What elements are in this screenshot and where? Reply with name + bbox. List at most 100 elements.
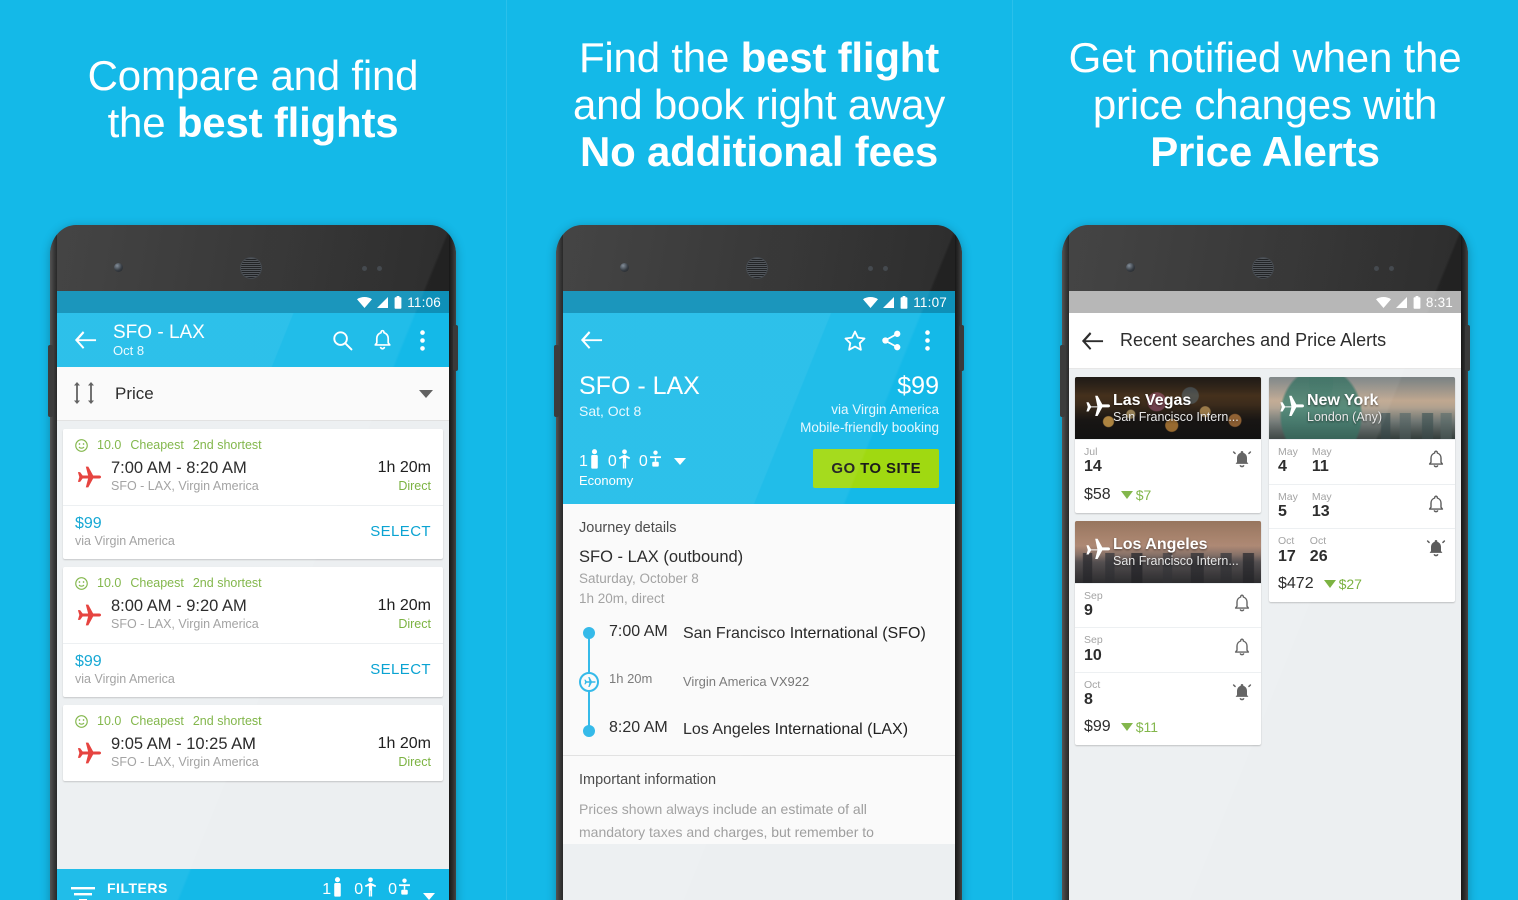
app-bar-1: SFO - LAX Oct 8 <box>57 313 449 367</box>
airplane-icon <box>1083 538 1113 565</box>
booking-note: Mobile-friendly booking <box>800 420 939 435</box>
select-button[interactable]: SELECT <box>370 523 431 540</box>
alert-date-row[interactable]: Oct 8 <box>1075 671 1261 717</box>
battery-icon <box>1413 295 1421 309</box>
flight-results-list[interactable]: 10.0 Cheapest 2nd shortest 7:00 AM - 8:2… <box>57 421 449 900</box>
bell-icon[interactable] <box>1426 494 1446 519</box>
bell-active-icon[interactable] <box>1232 682 1252 707</box>
total-price: $99 <box>897 372 939 400</box>
alert-date: Sep 9 <box>1084 590 1103 620</box>
flight-card[interactable]: 10.0 Cheapest 2nd shortest 9:05 AM - 10:… <box>63 705 443 781</box>
carrier-flight-number: Virgin America VX922 <box>683 674 810 689</box>
front-camera-icon <box>1126 263 1135 272</box>
filters-bottom-bar[interactable]: FILTERS 79 flights hidden 1 0 <box>57 869 449 900</box>
back-button[interactable] <box>1081 331 1104 351</box>
flight-duration: 1h 20m <box>377 735 431 752</box>
flight-stops: Direct <box>398 617 431 631</box>
alert-month: May <box>1278 446 1298 458</box>
provider-label: via Virgin America <box>831 402 939 417</box>
flight-route: SFO - LAX, Virgin America <box>111 479 259 493</box>
headline-line-1b: best flight <box>740 34 940 81</box>
sort-bar[interactable]: Price <box>57 367 449 421</box>
front-camera-icon <box>114 263 123 272</box>
price-alert-card[interactable]: New York London (Any) May 4 May 11 May 5… <box>1269 377 1455 602</box>
alert-date-row[interactable]: May 5 May 13 <box>1269 483 1455 529</box>
price-alerts-grid[interactable]: Las Vegas San Francisco Intern... Jul 14 <box>1069 369 1461 900</box>
card-hero-image: New York London (Any) <box>1269 377 1455 439</box>
flight-duration: 1h 20m <box>377 597 431 614</box>
flight-card[interactable]: 10.0 Cheapest 2nd shortest 8:00 AM - 9:2… <box>63 567 443 697</box>
passenger-summary[interactable]: 1 0 0 Econo <box>322 877 411 900</box>
app-bar-3: Recent searches and Price Alerts <box>1069 313 1461 369</box>
chevron-down-icon[interactable] <box>423 893 435 900</box>
bell-icon[interactable] <box>1232 637 1252 662</box>
headline-line-2: and book right away <box>572 81 946 129</box>
headline-line-2a: the <box>107 99 177 147</box>
status-bar-clock: 11:07 <box>913 294 947 310</box>
wifi-icon <box>1375 296 1391 308</box>
price-alert-card[interactable]: Las Vegas San Francisco Intern... Jul 14 <box>1075 377 1261 513</box>
select-button[interactable]: SELECT <box>370 661 431 678</box>
phone-screen-1: 11:06 SFO - LAX Oct 8 Price 10.0 Cheapes… <box>57 291 449 900</box>
flight-tag-shortest: 2nd shortest <box>192 714 262 728</box>
alert-month: Sep <box>1084 634 1103 647</box>
back-button[interactable] <box>573 322 609 358</box>
headline-line-1: Get notified when the <box>1068 34 1462 81</box>
bell-active-icon[interactable] <box>1426 538 1446 563</box>
flight-times: 7:00 AM - 8:20 AM <box>111 459 247 477</box>
arrival-airport: Los Angeles International (LAX) <box>683 721 909 738</box>
card-hero-image: Las Vegas San Francisco Intern... <box>1075 377 1261 439</box>
bell-active-icon[interactable] <box>1232 449 1252 474</box>
flight-price: $99 <box>75 653 102 670</box>
star-icon[interactable] <box>837 322 873 358</box>
leg-title: SFO - LAX (outbound) <box>579 548 744 566</box>
sort-value-label: Price <box>115 383 154 403</box>
alert-date-row[interactable]: Oct 17 Oct 26 <box>1269 528 1455 573</box>
alert-date-row[interactable]: Sep 10 <box>1075 627 1261 672</box>
flight-provider: via Virgin America <box>75 672 175 686</box>
price-alert-card[interactable]: Los Angeles San Francisco Intern... Sep … <box>1075 520 1261 746</box>
bell-icon[interactable] <box>1232 593 1252 618</box>
proximity-sensor-icon <box>868 266 873 271</box>
flight-card[interactable]: 10.0 Cheapest 2nd shortest 7:00 AM - 8:2… <box>63 429 443 559</box>
airplane-icon <box>579 672 599 692</box>
smiley-score-icon <box>75 576 88 590</box>
go-to-site-button[interactable]: GO TO SITE <box>813 449 939 488</box>
page-title: SFO - LAX <box>113 321 205 343</box>
alert-price-drop-amount: $7 <box>1135 486 1152 503</box>
departure-time: 7:00 AM <box>609 623 668 640</box>
flight-tag-cheapest: Cheapest <box>130 438 184 452</box>
price-down-icon <box>1120 490 1133 499</box>
light-sensor-icon <box>883 266 888 271</box>
alert-date-row[interactable]: Jul 14 <box>1075 439 1261 484</box>
alert-date-row[interactable]: May 4 May 11 <box>1269 439 1455 484</box>
passenger-summary[interactable]: 1 0 0 Economy <box>579 449 686 488</box>
alert-month: Jul <box>1084 446 1098 458</box>
back-button[interactable] <box>67 322 103 358</box>
bell-icon[interactable] <box>1426 449 1446 474</box>
alert-price-drop-amount: $11 <box>1135 719 1159 736</box>
alert-day: 9 <box>1084 601 1093 619</box>
price-alerts-column-left: Las Vegas San Francisco Intern... Jul 14 <box>1075 377 1261 746</box>
filters-label: FILTERS <box>107 879 168 896</box>
price-alerts-column-right: New York London (Any) May 4 May 11 May 5… <box>1269 377 1455 602</box>
leg-duration: 1h 20m, direct <box>579 591 665 606</box>
bell-icon[interactable] <box>365 322 399 358</box>
share-icon[interactable] <box>873 322 909 358</box>
timeline-departure-row: 7:00 AM San Francisco International (SFO… <box>609 623 939 645</box>
alert-day: 17 <box>1278 547 1296 565</box>
flight-tags: 10.0 Cheapest 2nd shortest <box>75 438 431 452</box>
flight-provider: via Virgin America <box>75 534 175 548</box>
alert-price-drop-amount: $27 <box>1338 575 1362 592</box>
alert-date-row[interactable]: Sep 9 <box>1075 582 1261 628</box>
chevron-down-icon[interactable] <box>673 458 686 465</box>
chevron-down-icon[interactable] <box>419 389 433 398</box>
overflow-menu-icon[interactable] <box>405 322 439 358</box>
flight-duration: 1h 20m <box>377 459 431 476</box>
promo-panel-2: Find the best flight and book right away… <box>506 0 1012 900</box>
headline-line-3: Price Alerts <box>1150 128 1380 176</box>
card-destination: New York <box>1307 392 1379 410</box>
overflow-menu-icon[interactable] <box>909 322 945 358</box>
search-icon[interactable] <box>325 322 359 358</box>
wifi-icon <box>357 296 373 308</box>
